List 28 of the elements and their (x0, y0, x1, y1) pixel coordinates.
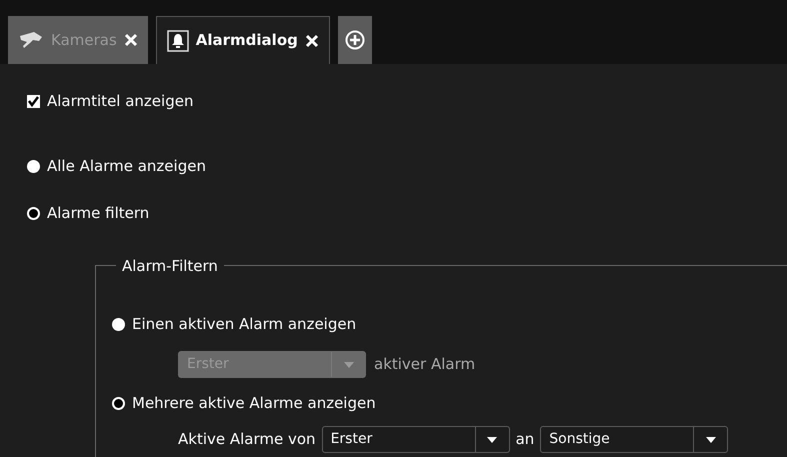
dropdown-value: Sonstige (548, 430, 611, 449)
radio-label: Mehrere aktive Alarme anzeigen (132, 392, 376, 414)
radio-label: Alle Alarme anzeigen (47, 156, 206, 178)
checkbox-label: Alarmtitel anzeigen (47, 91, 194, 112)
camera-icon (18, 32, 44, 48)
dropdown[interactable]: Erster (322, 426, 510, 453)
radio-label: Alarme filtern (47, 203, 150, 224)
range-label: Aktive Alarme von (178, 429, 316, 450)
close-icon[interactable] (304, 34, 319, 48)
radio-button[interactable] (27, 207, 40, 220)
radio-button[interactable] (112, 396, 125, 410)
add-tab-button[interactable] (338, 16, 372, 64)
bell-icon (166, 30, 189, 52)
caret-icon (487, 436, 498, 442)
close-icon[interactable] (124, 33, 138, 47)
radio-button[interactable] (27, 160, 40, 173)
range-separator: an (516, 429, 534, 450)
caret-icon (706, 436, 716, 442)
radio-label: Einen aktiven Alarm anzeigen (132, 314, 356, 335)
plus-circle-icon (344, 30, 365, 50)
dropdown-value: Erster (330, 430, 374, 449)
group-legend: Alarm-Filtern (116, 254, 224, 277)
caret-icon (344, 362, 354, 368)
radio-button[interactable] (112, 318, 125, 330)
checkbox[interactable] (27, 94, 40, 108)
dropdown-suffix: aktiver Alarm (374, 354, 476, 376)
tab[interactable]: Alarmdialog (156, 16, 330, 64)
dropdown[interactable]: Sonstige (540, 426, 728, 453)
